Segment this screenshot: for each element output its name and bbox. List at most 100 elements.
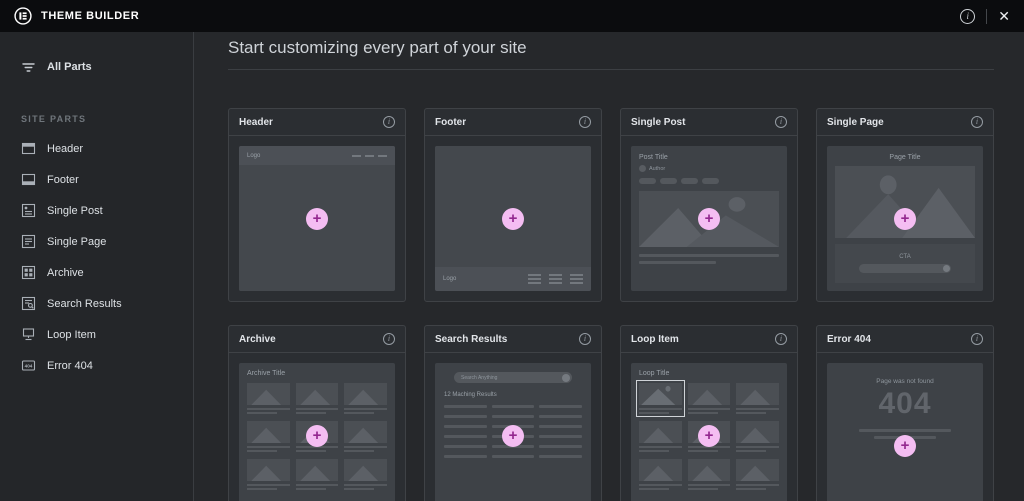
skeleton-page-title: Page Title: [835, 154, 975, 161]
info-icon[interactable]: i: [971, 333, 983, 345]
sidebar-item-loop-item[interactable]: Loop Item: [0, 319, 193, 350]
card-title: Header: [239, 117, 273, 128]
card-footer-preview: Logo +: [435, 146, 591, 291]
archive-icon: [21, 265, 36, 280]
card-title: Single Page: [827, 117, 884, 128]
skeleton-search-button: [562, 374, 570, 382]
sidebar-item-all-parts[interactable]: All Parts: [0, 50, 193, 84]
info-icon[interactable]: i: [775, 116, 787, 128]
help-info-icon[interactable]: i: [960, 9, 975, 24]
skeleton-result-row: [444, 455, 582, 458]
skeleton-footer-columns: [528, 274, 583, 284]
page-title: Start customizing every part of your sit…: [228, 38, 994, 58]
card-single-page: Single Page i Page Title CTA +: [816, 108, 994, 302]
card-header: Header i Logo +: [228, 108, 406, 302]
skeleton-author-label: Author: [649, 166, 665, 172]
skeleton-loop-selected-item: [639, 383, 682, 414]
topbar-divider: [986, 9, 987, 24]
sidebar-item-label: Footer: [47, 174, 79, 186]
single-page-icon: [21, 234, 36, 249]
skeleton-menu-items: [352, 155, 387, 157]
add-loop-item-button[interactable]: +: [698, 425, 720, 447]
theme-builder-window: THEME BUILDER i ✕ All Parts SITE PARTS H…: [0, 0, 1024, 501]
card-title: Search Results: [435, 334, 507, 345]
sidebar-item-label: Single Page: [47, 236, 106, 248]
card-head: Error 404 i: [817, 326, 993, 353]
card-head: Single Post i: [621, 109, 797, 136]
close-icon[interactable]: ✕: [998, 9, 1010, 23]
sidebar: All Parts SITE PARTS Header Footer Singl…: [0, 32, 194, 501]
card-head: Archive i: [229, 326, 405, 353]
skeleton-not-found-message: Page was not found: [876, 378, 933, 385]
skeleton-loop-title: Loop Title: [639, 370, 779, 377]
card-title: Footer: [435, 117, 466, 128]
skeleton-author-row: Author: [639, 165, 779, 172]
card-single-post: Single Post i Post Title Author: [620, 108, 798, 302]
card-title: Error 404: [827, 334, 871, 345]
filter-icon: [21, 60, 36, 75]
sidebar-item-search-results[interactable]: Search Results: [0, 288, 193, 319]
sidebar-item-label: All Parts: [47, 61, 92, 73]
card-single-post-preview: Post Title Author: [631, 146, 787, 291]
avatar: [639, 165, 646, 172]
sidebar-item-error-404[interactable]: 404 Error 404: [0, 350, 193, 381]
info-icon[interactable]: i: [383, 333, 395, 345]
sidebar-item-header[interactable]: Header: [0, 133, 193, 164]
card-archive-preview: Archive Title +: [239, 363, 395, 501]
search-results-icon: [21, 296, 36, 311]
site-parts-grid: Header i Logo + Footer i: [228, 108, 994, 501]
sidebar-item-single-page[interactable]: Single Page: [0, 226, 193, 257]
card-title: Single Post: [631, 117, 685, 128]
card-error-404-preview: Page was not found 404 +: [827, 363, 983, 501]
skeleton-archive-title: Archive Title: [247, 370, 387, 377]
sidebar-item-label: Search Results: [47, 298, 122, 310]
sidebar-item-footer[interactable]: Footer: [0, 164, 193, 195]
sidebar-item-label: Single Post: [47, 205, 103, 217]
skeleton-search-placeholder: Search Anything: [461, 375, 497, 381]
sidebar-item-label: Header: [47, 143, 83, 155]
sidebar-item-single-post[interactable]: Single Post: [0, 195, 193, 226]
card-footer: Footer i Logo +: [424, 108, 602, 302]
skeleton-result-row: [444, 415, 582, 418]
card-title: Archive: [239, 334, 276, 345]
add-footer-button[interactable]: +: [502, 208, 524, 230]
skeleton-404-code: 404: [878, 389, 931, 419]
title-divider: [228, 69, 994, 70]
svg-text:404: 404: [25, 364, 33, 369]
add-search-results-button[interactable]: +: [502, 425, 524, 447]
app-title: THEME BUILDER: [41, 10, 139, 22]
card-archive: Archive i Archive Title: [228, 325, 406, 501]
add-single-post-button[interactable]: +: [698, 208, 720, 230]
add-error-404-button[interactable]: +: [894, 435, 916, 457]
skeleton-cta-section: CTA: [835, 244, 975, 283]
error-404-icon: 404: [21, 358, 36, 373]
card-loop-item-preview: Loop Title +: [631, 363, 787, 501]
add-header-button[interactable]: +: [306, 208, 328, 230]
info-icon[interactable]: i: [971, 116, 983, 128]
card-head: Search Results i: [425, 326, 601, 353]
site-parts-section-label: SITE PARTS: [21, 114, 172, 124]
sidebar-item-label: Loop Item: [47, 329, 96, 341]
info-icon[interactable]: i: [383, 116, 395, 128]
skeleton-logo-label: Logo: [247, 153, 260, 159]
skeleton-results-count: 12 Maching Results: [444, 392, 582, 398]
card-header-preview: Logo +: [239, 146, 395, 291]
sidebar-item-archive[interactable]: Archive: [0, 257, 193, 288]
info-icon[interactable]: i: [579, 116, 591, 128]
info-icon[interactable]: i: [579, 333, 591, 345]
sidebar-item-label: Error 404: [47, 360, 93, 372]
add-archive-button[interactable]: +: [306, 425, 328, 447]
footer-icon: [21, 172, 36, 187]
info-icon[interactable]: i: [775, 333, 787, 345]
card-error-404: Error 404 i Page was not found 404 +: [816, 325, 994, 501]
card-single-page-preview: Page Title CTA +: [827, 146, 983, 291]
add-single-page-button[interactable]: +: [894, 208, 916, 230]
main-content: Start customizing every part of your sit…: [195, 32, 1024, 501]
skeleton-search-bar: Search Anything: [454, 372, 572, 383]
card-head: Header i: [229, 109, 405, 136]
skeleton-post-title: Post Title: [639, 154, 779, 161]
skeleton-result-row: [444, 405, 582, 408]
skeleton-header-bar: Logo: [239, 146, 395, 165]
skeleton-footer-bar: Logo: [435, 267, 591, 291]
skeleton-text-lines: [639, 254, 779, 264]
